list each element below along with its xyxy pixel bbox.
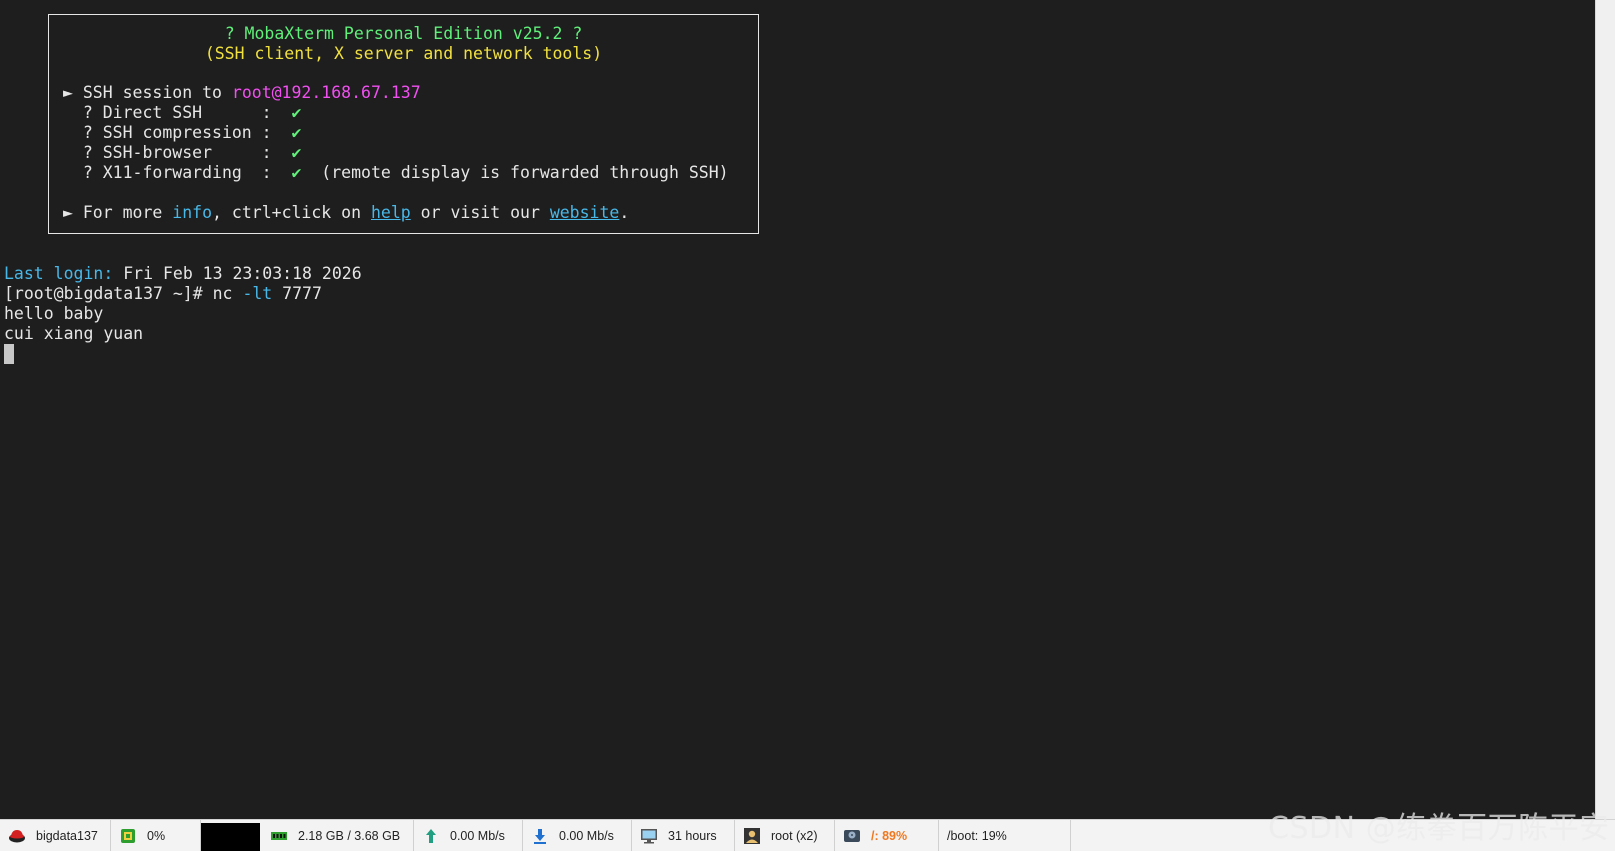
download-speed: 0.00 Mb/s (559, 828, 614, 843)
status-upload: 0.00 Mb/s (414, 820, 523, 851)
status-disk-boot: /boot: 19% (939, 820, 1071, 851)
cpu-icon (119, 827, 137, 845)
ssh-session-prefix: ► SSH session to (63, 83, 232, 102)
feature-note: (remote display is forwarded through SSH… (301, 163, 729, 182)
vertical-scrollbar[interactable] (1595, 0, 1615, 819)
more-info-text-2: or visit our (410, 203, 550, 222)
command-name: nc (212, 284, 243, 303)
banner-title: ? MobaXterm Personal Edition v25.2 ? (224, 24, 583, 43)
command-flag: -lt (242, 284, 273, 303)
feature-label: ? SSH compression : (63, 123, 292, 142)
upload-arrow-icon (422, 827, 440, 845)
terminal-cursor (4, 344, 14, 364)
help-link[interactable]: help (371, 203, 411, 222)
welcome-banner: ? MobaXterm Personal Edition v25.2 ? (SS… (48, 14, 759, 234)
command-arg: 7777 (272, 284, 322, 303)
users-value: root (x2) (771, 828, 818, 843)
output-line: cui xiang yuan (4, 324, 144, 343)
user-icon (743, 827, 761, 845)
feature-label: ? X11-forwarding : (63, 163, 292, 182)
check-icon: ✔ (291, 123, 302, 142)
banner-subtitle: (SSH client, X server and network tools) (204, 44, 603, 63)
terminal-area[interactable]: ? MobaXterm Personal Edition v25.2 ? (SS… (0, 0, 1595, 819)
watermark: CSDN @练拳百万陈平安 (1268, 811, 1610, 846)
uptime-value: 31 hours (668, 828, 717, 843)
redhat-icon (8, 827, 26, 845)
cpu-graph (201, 823, 260, 851)
more-info-text: , ctrl+click on (212, 203, 371, 222)
status-memory: 2.18 GB / 3.68 GB (262, 820, 414, 851)
feature-label: ? SSH-browser : (63, 143, 292, 162)
last-login-label: Last login: (4, 264, 114, 283)
status-users: root (x2) (735, 820, 835, 851)
check-icon: ✔ (291, 143, 302, 162)
output-line: hello baby (4, 304, 104, 323)
feature-ssh-compression: ? SSH compression : ✔ (63, 123, 758, 143)
disk-root-usage: /: 89% (871, 828, 908, 843)
ssh-session-target: root@192.168.67.137 (231, 83, 421, 102)
more-info-line: ► For more info, ctrl+click on help or v… (63, 203, 758, 223)
upload-speed: 0.00 Mb/s (450, 828, 505, 843)
disk-icon (843, 827, 861, 845)
status-download: 0.00 Mb/s (523, 820, 632, 851)
feature-ssh-browser: ? SSH-browser : ✔ (63, 143, 758, 163)
feature-direct-ssh: ? Direct SSH : ✔ (63, 103, 758, 123)
last-login-line: Last login: Fri Feb 13 23:03:18 2026 (4, 264, 362, 284)
website-link[interactable]: website (550, 203, 620, 222)
status-disk-root: /: 89% (835, 820, 939, 851)
status-uptime: 31 hours (632, 820, 735, 851)
check-icon: ✔ (291, 103, 302, 122)
memory-icon (270, 827, 288, 845)
monitor-icon (640, 827, 658, 845)
check-icon: ✔ (291, 163, 302, 182)
feature-label: ? Direct SSH : (63, 103, 292, 122)
host-name: bigdata137 (36, 828, 98, 843)
download-arrow-icon (531, 827, 549, 845)
command-line: [root@bigdata137 ~]# nc -lt 7777 (4, 284, 322, 304)
last-login-value: Fri Feb 13 23:03:18 2026 (113, 264, 362, 283)
shell-prompt: [root@bigdata137 ~]# (4, 284, 213, 303)
info-link[interactable]: info (172, 203, 212, 222)
more-info-prefix: ► For more (63, 203, 173, 222)
ssh-session-line: ► SSH session to root@192.168.67.137 (63, 83, 758, 103)
memory-usage: 2.18 GB / 3.68 GB (298, 828, 401, 843)
more-info-end: . (619, 203, 630, 222)
cpu-usage: 0% (147, 828, 166, 843)
status-host: bigdata137 (0, 820, 111, 851)
disk-boot-usage: /boot: 19% (947, 828, 1007, 843)
status-cpu: 0% (111, 820, 201, 851)
feature-x11-forwarding: ? X11-forwarding : ✔ (remote display is … (63, 163, 758, 183)
